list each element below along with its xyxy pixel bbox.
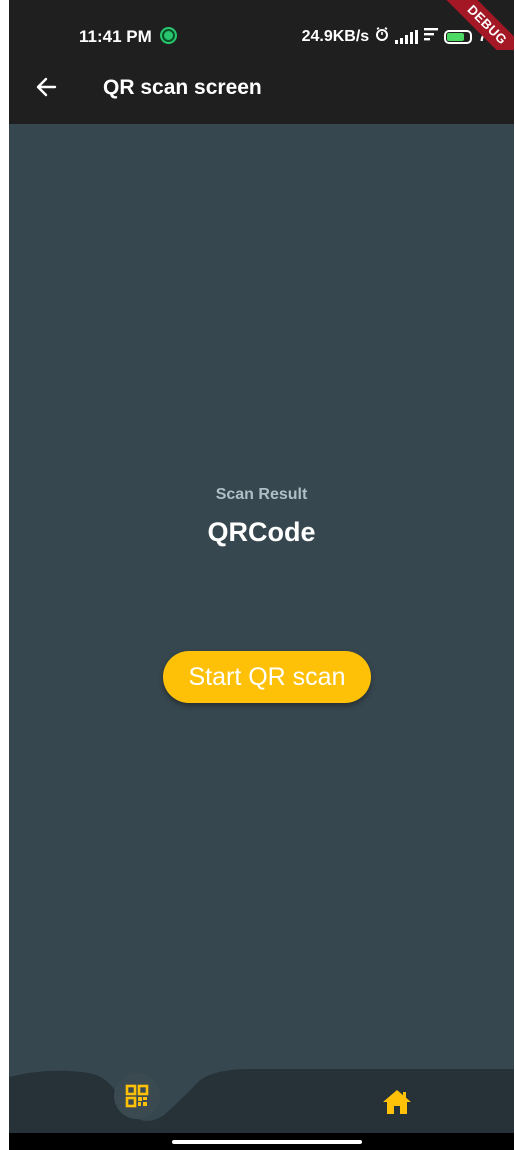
app-bar: QR scan screen	[9, 50, 514, 124]
qr-code-icon	[125, 1084, 149, 1108]
home-gesture-bar[interactable]	[172, 1140, 362, 1144]
wifi-icon	[424, 27, 439, 46]
status-icons: 24.9KB/s 76	[302, 27, 496, 46]
main-content: Scan Result QRCode Start QR scan	[9, 124, 514, 1067]
system-gesture-area	[9, 1133, 514, 1150]
alarm-icon	[375, 27, 389, 46]
home-icon	[383, 1090, 411, 1114]
status-time: 11:41 PM	[79, 27, 152, 46]
arrow-back-icon	[36, 77, 57, 97]
bottom-navigation	[9, 1067, 514, 1133]
back-button[interactable]	[31, 72, 61, 102]
app-notification-icon	[160, 27, 177, 44]
page-title: QR scan screen	[103, 76, 262, 99]
status-bar: 11:41 PM 24.9KB/s 76 DEBUG	[9, 0, 514, 76]
battery-icon	[444, 29, 473, 44]
phone-screen: 11:41 PM 24.9KB/s 76 DEBUG QR scan scree…	[9, 0, 514, 1150]
nav-item-home[interactable]	[381, 1087, 413, 1117]
nav-item-qr-scan[interactable]	[114, 1073, 160, 1119]
scan-result-value: QRCode	[207, 517, 316, 547]
network-speed: 24.9KB/s	[301, 27, 370, 45]
scan-result-label: Scan Result	[215, 486, 308, 503]
bottom-nav-background	[9, 1069, 514, 1133]
signal-icon	[395, 29, 419, 44]
start-qr-scan-button[interactable]: Start QR scan	[163, 651, 371, 703]
